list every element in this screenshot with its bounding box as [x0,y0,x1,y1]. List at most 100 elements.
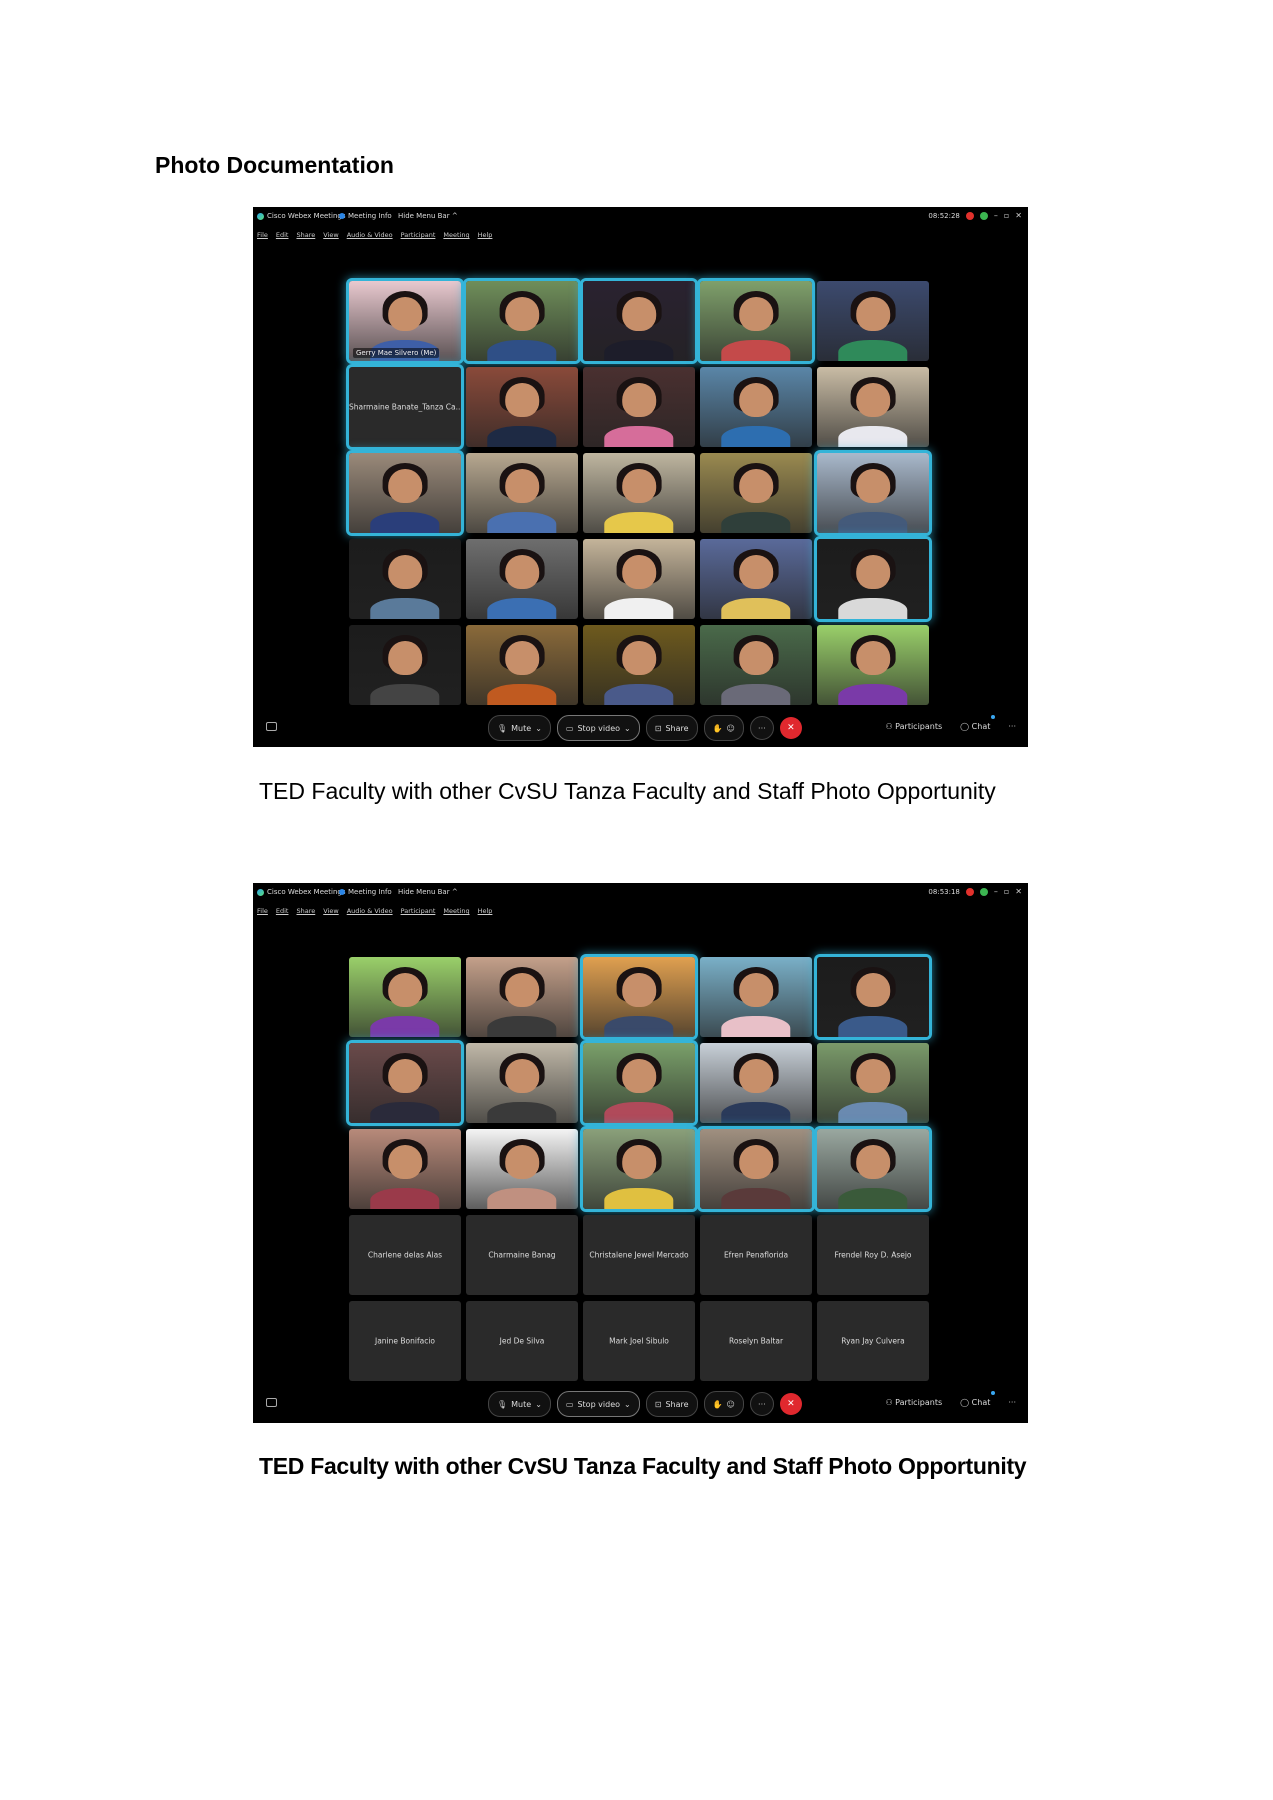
participant-video-tile[interactable] [817,453,929,533]
meeting-info-button[interactable]: Meeting Info [339,888,392,896]
participant-tile[interactable]: Roselyn Baltar [700,1301,812,1381]
participant-video-tile[interactable] [349,1129,461,1209]
end-meeting-button[interactable]: ✕ [779,717,802,739]
menu-item[interactable]: Meeting [443,231,469,239]
more-options-button[interactable]: ··· [749,716,774,740]
reactions-button[interactable]: ✋ ☺ [703,1391,744,1417]
mute-button[interactable]: 🎙 Mute ⌄ [488,715,551,741]
participant-video-tile[interactable] [817,539,929,619]
participant-video-tile[interactable] [583,625,695,705]
participant-video-tile[interactable] [817,625,929,705]
participant-video-tile[interactable] [700,539,812,619]
participant-video-tile[interactable] [583,281,695,361]
stop-video-button[interactable]: ▭ Stop video ⌄ [556,1391,640,1417]
more-panels-icon[interactable]: ··· [1008,1398,1016,1407]
chat-button[interactable]: ◯ Chat [960,1398,990,1407]
participant-video-tile[interactable] [700,625,812,705]
participant-video-tile[interactable] [583,367,695,447]
participant-video-tile[interactable] [466,1129,578,1209]
participant-video-tile[interactable] [349,453,461,533]
participant-video-tile[interactable] [466,539,578,619]
share-button[interactable]: ⊡ Share [645,1391,698,1417]
menu-item[interactable]: Participant [401,907,436,915]
participant-video-tile[interactable] [466,1043,578,1123]
menu-item[interactable]: Share [296,231,315,239]
participants-button[interactable]: ⚇ Participants [885,722,942,731]
participant-video-tile[interactable] [466,281,578,361]
close-icon[interactable]: ✕ [1015,211,1022,220]
participant-video-tile[interactable] [349,539,461,619]
participant-video-tile[interactable] [583,1129,695,1209]
participant-video-tile[interactable] [700,1043,812,1123]
reactions-button[interactable]: ✋ ☺ [703,715,744,741]
participant-video-tile[interactable] [466,453,578,533]
participant-tile[interactable]: Efren Penaflorida [700,1215,812,1295]
participant-video-tile[interactable] [466,625,578,705]
participants-button[interactable]: ⚇ Participants [885,1398,942,1407]
caption-toggle-icon[interactable] [266,1398,277,1407]
menu-item[interactable]: Participant [401,231,436,239]
minimize-icon[interactable]: – [994,887,998,896]
menu-item[interactable]: Help [478,231,493,239]
participant-video-tile[interactable] [817,367,929,447]
stop-video-button[interactable]: ▭ Stop video ⌄ [556,715,640,741]
menu-item[interactable]: Help [478,907,493,915]
participant-tile[interactable]: Frendel Roy D. Asejo [817,1215,929,1295]
share-button[interactable]: ⊡ Share [645,715,698,741]
hide-menu-bar-button[interactable]: Hide Menu Bar ^ [398,212,458,220]
menu-item[interactable]: Audio & Video [347,907,393,915]
participant-tile[interactable]: Charlene delas Alas [349,1215,461,1295]
participant-video-tile[interactable] [583,539,695,619]
mute-button[interactable]: 🎙 Mute ⌄ [488,1391,551,1417]
close-icon[interactable]: ✕ [1015,887,1022,896]
participant-tile[interactable]: Janine Bonifacio [349,1301,461,1381]
participant-video-tile[interactable]: Gerry Mae Silvero (Me) [349,281,461,361]
participant-tile[interactable]: Charmaine Banag [466,1215,578,1295]
menu-item[interactable]: View [323,231,338,239]
participant-video-tile[interactable] [700,281,812,361]
participant-tile[interactable]: Mark Joel Sibulo [583,1301,695,1381]
menu-item[interactable]: View [323,907,338,915]
participant-video-tile[interactable] [583,1043,695,1123]
participant-video-tile[interactable] [700,453,812,533]
participant-video-tile[interactable] [349,625,461,705]
participant-video-tile[interactable] [583,453,695,533]
menu-item[interactable]: Edit [276,231,289,239]
chat-button[interactable]: ◯ Chat [960,722,990,731]
restore-icon[interactable]: ▫ [1004,887,1009,896]
menu-item[interactable]: Edit [276,907,289,915]
participant-tile[interactable]: Ryan Jay Culvera [817,1301,929,1381]
chevron-down-icon[interactable]: ⌄ [535,1400,542,1409]
more-panels-icon[interactable]: ··· [1008,722,1016,731]
meeting-info-button[interactable]: Meeting Info [339,212,392,220]
restore-icon[interactable]: ▫ [1004,211,1009,220]
participant-video-tile[interactable] [817,1043,929,1123]
chevron-down-icon[interactable]: ⌄ [624,724,631,733]
participant-tile[interactable]: Sharmaine Banate_Tanza Ca... [349,367,461,447]
participant-video-tile[interactable] [700,367,812,447]
menu-item[interactable]: Meeting [443,907,469,915]
menu-item[interactable]: File [257,231,268,239]
participant-video-tile[interactable] [700,1129,812,1209]
participant-video-tile[interactable] [583,957,695,1037]
menu-item[interactable]: Audio & Video [347,231,393,239]
participant-video-tile[interactable] [817,1129,929,1209]
caption-toggle-icon[interactable] [266,722,277,731]
participant-video-tile[interactable] [349,957,461,1037]
hide-menu-bar-button[interactable]: Hide Menu Bar ^ [398,888,458,896]
participant-video-tile[interactable] [700,957,812,1037]
participant-video-tile[interactable] [466,367,578,447]
minimize-icon[interactable]: – [994,211,998,220]
menu-item[interactable]: Share [296,907,315,915]
chevron-down-icon[interactable]: ⌄ [624,1400,631,1409]
end-meeting-button[interactable]: ✕ [779,1393,802,1415]
menu-item[interactable]: File [257,907,268,915]
participant-video-tile[interactable] [466,957,578,1037]
participant-tile[interactable]: Christalene Jewel Mercado [583,1215,695,1295]
participant-video-tile[interactable] [349,1043,461,1123]
participant-video-tile[interactable] [817,281,929,361]
participant-tile[interactable]: Jed De Silva [466,1301,578,1381]
chevron-down-icon[interactable]: ⌄ [535,724,542,733]
more-options-button[interactable]: ··· [749,1392,774,1416]
participant-video-tile[interactable] [817,957,929,1037]
